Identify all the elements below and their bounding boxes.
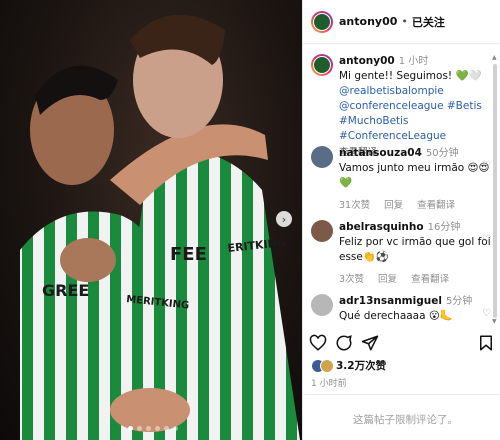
bookmark-icon[interactable] xyxy=(477,334,495,352)
svg-text:GREE: GREE xyxy=(42,281,89,300)
comment-time: 50分钟 xyxy=(425,148,459,159)
post-sidebar: antony00 • 已关注 antony00 1 小时 Mi gente!! S… xyxy=(302,0,500,440)
translate-link[interactable]: 查看翻译 xyxy=(417,197,455,211)
share-icon[interactable] xyxy=(361,334,379,352)
caption: antony00 1 小时 Mi gente!! Seguimos! 💚🤍 @re… xyxy=(311,54,491,158)
following-button[interactable]: 已关注 xyxy=(412,14,445,30)
commenter-avatar[interactable] xyxy=(311,220,333,242)
post-header: antony00 • 已关注 xyxy=(303,0,500,44)
likes-count[interactable]: 3.2万次赞 xyxy=(336,358,386,373)
carousel-dot xyxy=(164,426,169,431)
separator-dot: • xyxy=(401,15,408,28)
comment-icon[interactable] xyxy=(335,334,353,352)
caption-username[interactable]: antony00 xyxy=(339,55,395,67)
scroll-down-icon[interactable]: ▼ xyxy=(492,318,497,325)
commenter-avatar[interactable] xyxy=(311,146,333,168)
comment-text: Vamos junto meu irmão 😍😍 xyxy=(339,162,490,174)
comments-scrollbar[interactable]: ▲ ▼ xyxy=(492,54,498,325)
post-actions xyxy=(309,334,495,354)
heart-icon[interactable] xyxy=(309,334,327,352)
commenter-username[interactable]: natansouza04 xyxy=(339,147,422,159)
heart-icon[interactable]: ♡ xyxy=(482,234,491,245)
comment-item: abelrasquinho 16分钟 Feliz por vc irmão que… xyxy=(311,220,491,285)
comment-time: 5分钟 xyxy=(445,296,473,307)
comment-likes[interactable]: 31次赞 xyxy=(339,197,370,211)
caption-avatar[interactable] xyxy=(311,54,333,76)
comment-item: adr13nsanmiguel 5分钟 Qué derechaaaa 😮🦶 ♡ xyxy=(311,294,491,324)
post-image[interactable]: ERITKING MERITKING FEE GREE › xyxy=(0,0,302,440)
liker-avatar xyxy=(320,358,334,373)
svg-text:FEE: FEE xyxy=(170,244,207,265)
heart-icon[interactable]: ♡ xyxy=(482,160,491,171)
scrollbar-thumb[interactable] xyxy=(493,64,497,318)
caption-time: 1 小时 xyxy=(398,56,429,67)
comment-item: natansouza04 50分钟 Vamos junto meu irmão 😍… xyxy=(311,146,491,211)
author-avatar[interactable] xyxy=(311,10,333,33)
reply-button[interactable]: 回复 xyxy=(384,197,403,211)
players-photo: ERITKING MERITKING FEE GREE xyxy=(20,14,300,440)
commenter-username[interactable]: adr13nsanmiguel xyxy=(339,295,442,307)
carousel-indicator xyxy=(128,426,178,431)
comment-time: 16分钟 xyxy=(427,222,461,233)
comments-list[interactable]: antony00 1 小时 Mi gente!! Seguimos! 💚🤍 @re… xyxy=(303,46,493,324)
author-username[interactable]: antony00 xyxy=(339,15,397,28)
reply-button[interactable]: 回复 xyxy=(378,271,397,285)
comment-text: esse👏⚽ xyxy=(339,251,390,263)
chevron-right-icon: › xyxy=(281,212,287,226)
instagram-post-window: ERITKING MERITKING FEE GREE › antony00 •… xyxy=(0,0,500,440)
comment-text: 💚 xyxy=(339,177,353,189)
post-time: 1 小时前 xyxy=(311,379,347,389)
heart-icon[interactable]: ♡ xyxy=(482,308,491,319)
likes-summary[interactable]: 3.2万次赞 xyxy=(311,358,386,373)
caption-tag[interactable]: @realbetisbalompie xyxy=(339,84,491,99)
translate-link[interactable]: 查看翻译 xyxy=(411,271,449,285)
carousel-dot xyxy=(173,426,178,431)
next-image-button[interactable]: › xyxy=(276,211,292,227)
scroll-up-icon[interactable]: ▲ xyxy=(492,54,497,61)
carousel-dot xyxy=(146,426,151,431)
caption-text: Mi gente!! Seguimos! 💚🤍 xyxy=(339,70,482,82)
comment-text: Feliz por vc irmão que gol foi xyxy=(339,236,491,248)
carousel-dot xyxy=(128,426,133,431)
carousel-dot xyxy=(137,426,142,431)
comments-disabled-notice: 这篇帖子限制评论了。 xyxy=(353,414,458,426)
caption-tag[interactable]: @conferenceleague #Betis xyxy=(339,99,491,114)
comment-footer: 这篇帖子限制评论了。 xyxy=(303,394,500,440)
carousel-dot xyxy=(155,426,160,431)
comment-likes[interactable]: 3次赞 xyxy=(339,271,364,285)
commenter-username[interactable]: abelrasquinho xyxy=(339,221,424,233)
comment-text: Qué derechaaaa 😮🦶 xyxy=(339,310,453,322)
commenter-avatar[interactable] xyxy=(311,294,333,316)
caption-tag[interactable]: #MuchoBetis #ConferenceLeague xyxy=(339,114,491,144)
